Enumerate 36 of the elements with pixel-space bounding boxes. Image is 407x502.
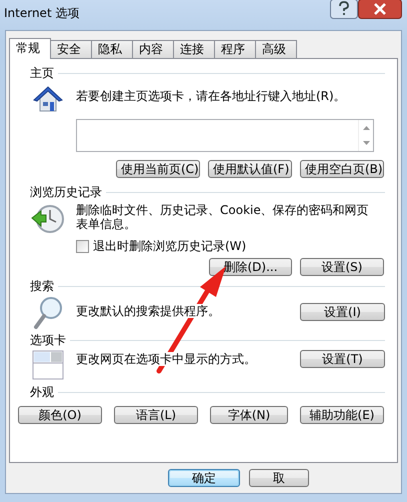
button[interactable]: 使用默认值(F) [208, 160, 292, 178]
tab[interactable]: 安全 [50, 40, 92, 58]
button[interactable]: 使用空白页(B) [300, 160, 384, 178]
button[interactable]: 使用当前页(C) [116, 160, 200, 178]
scroll-up-icon[interactable] [362, 126, 370, 130]
checkbox[interactable] [76, 240, 89, 252]
checkbox-label: 退出时删除浏览历史记录(W) [93, 239, 246, 253]
homepage-field[interactable] [76, 119, 374, 152]
tab[interactable]: 内容 [132, 40, 174, 58]
tab[interactable]: 常规 [9, 38, 51, 59]
window-title: Internet 选项 [4, 6, 80, 20]
tab[interactable]: 隐私 [91, 40, 133, 58]
button[interactable]: 设置(I) [300, 303, 385, 321]
help-icon[interactable] [330, 0, 358, 19]
ok-button[interactable]: 确定 [168, 469, 240, 487]
section-heading: 选项卡 [30, 333, 66, 347]
button[interactable]: 辅助功能(E) [300, 406, 384, 424]
close-icon[interactable] [358, 0, 402, 19]
button[interactable]: 设置(T) [300, 350, 385, 368]
clock-icon [31, 203, 65, 235]
button[interactable]: 字体(N) [210, 406, 288, 424]
section-heading: 主页 [30, 66, 54, 80]
tab[interactable]: 连接 [173, 40, 215, 58]
cancel-button[interactable]: 取 [249, 469, 309, 487]
button[interactable]: 设置(S) [300, 258, 384, 276]
button[interactable]: 颜色(O) [18, 406, 102, 424]
button[interactable]: 语言(L) [114, 406, 198, 424]
button[interactable]: 删除(D)... [209, 258, 292, 276]
tab[interactable]: 高级 [255, 40, 297, 58]
section-heading: 浏览历史记录 [30, 185, 102, 199]
section-heading: 外观 [30, 385, 54, 399]
tabs-icon [32, 350, 64, 380]
scroll-down-icon[interactable] [362, 141, 370, 146]
search-icon [33, 296, 63, 330]
section-heading: 搜索 [30, 279, 54, 293]
tab[interactable]: 程序 [214, 40, 256, 58]
